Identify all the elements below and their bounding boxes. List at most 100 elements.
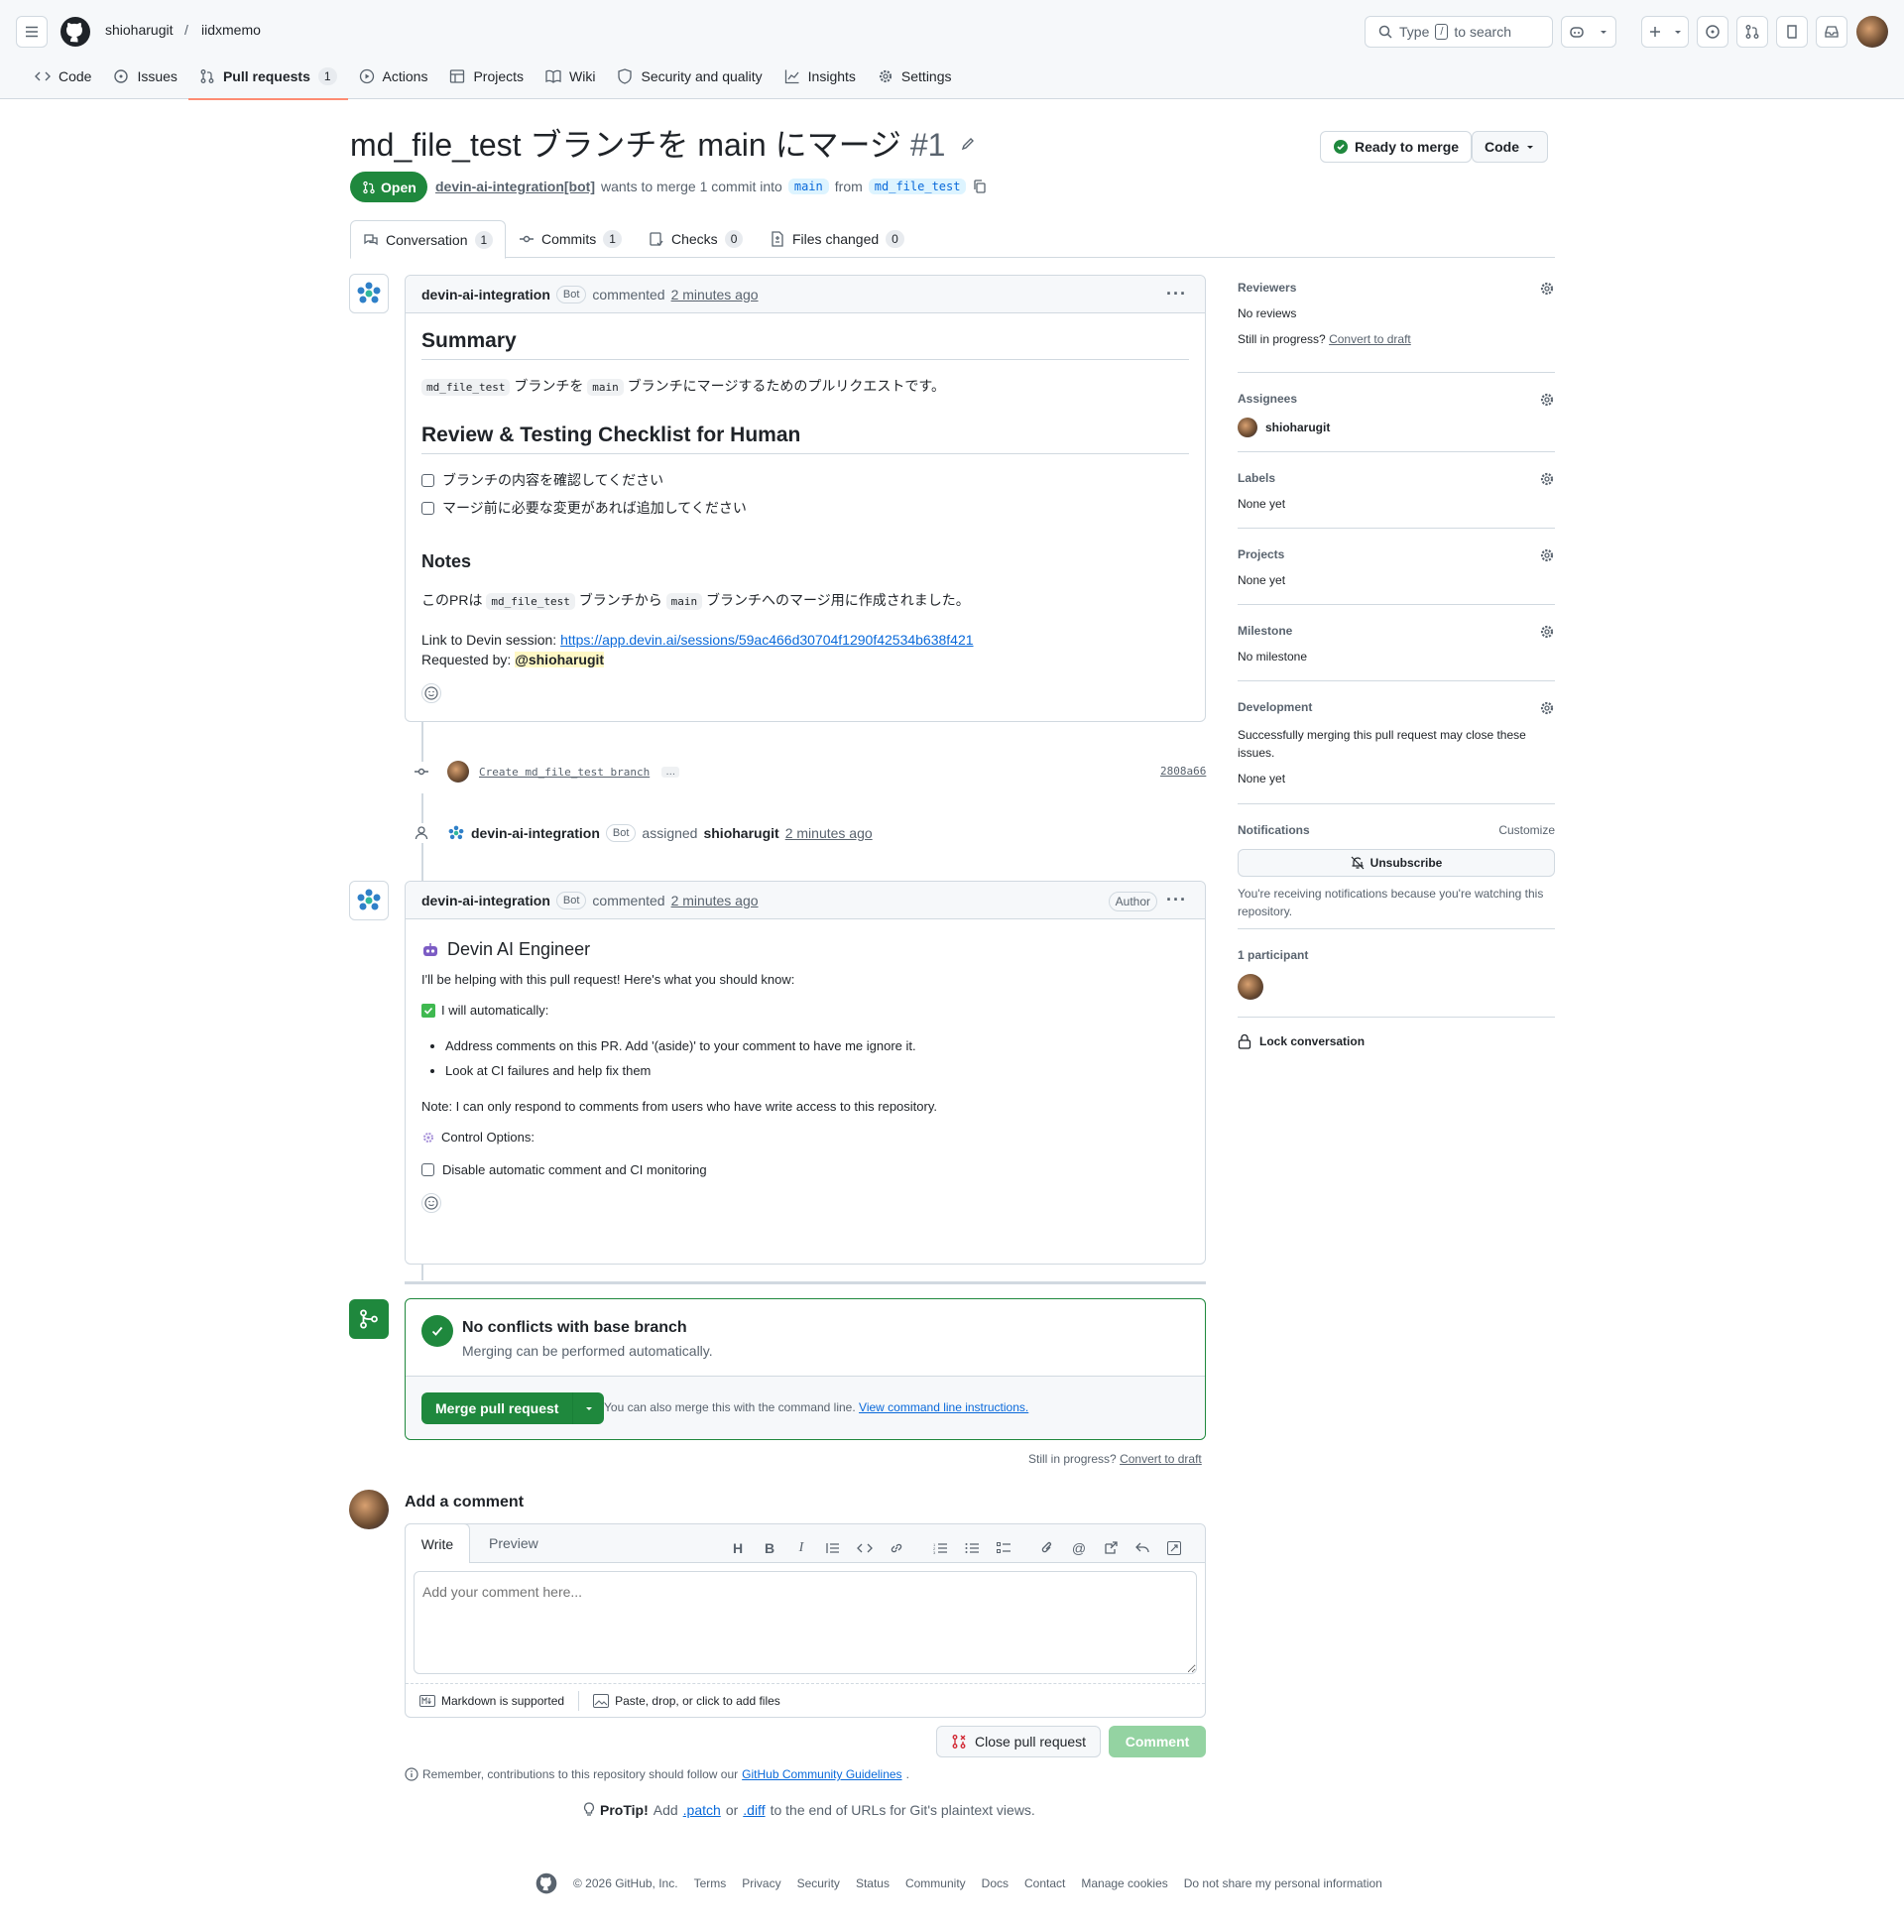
gear-icon[interactable]: [1539, 624, 1555, 640]
view-cli-link[interactable]: View command line instructions.: [859, 1400, 1028, 1414]
paperclip-icon[interactable]: [1031, 1536, 1063, 1560]
devin-logo-icon[interactable]: [447, 824, 465, 842]
pr-author-link[interactable]: devin-ai-integration[bot]: [435, 179, 595, 194]
mention-icon[interactable]: @: [1063, 1536, 1095, 1560]
comment-author[interactable]: devin-ai-integration: [421, 287, 550, 302]
markdown-hint[interactable]: Markdown is supported: [406, 1690, 580, 1711]
comment-submit-button[interactable]: Comment: [1109, 1726, 1206, 1757]
ordered-list-icon[interactable]: 123: [924, 1536, 956, 1560]
create-new-button[interactable]: [1641, 16, 1689, 48]
footer-link-terms[interactable]: Terms: [694, 1876, 727, 1890]
footer-link-docs[interactable]: Docs: [982, 1876, 1009, 1890]
pull-requests-button[interactable]: [1736, 16, 1768, 48]
tasklist-icon[interactable]: [988, 1536, 1019, 1560]
user-avatar[interactable]: [1856, 16, 1888, 48]
copilot-button[interactable]: [1561, 16, 1616, 48]
diff-link[interactable]: .diff: [743, 1802, 765, 1818]
repo-owner-link[interactable]: shioharugit: [105, 22, 174, 38]
inbox-button[interactable]: [1816, 16, 1847, 48]
search-input[interactable]: Type / to search: [1365, 16, 1553, 48]
user-mention[interactable]: @shioharugit: [515, 652, 605, 667]
participant-avatar[interactable]: [1238, 974, 1263, 1000]
task-checkbox[interactable]: [421, 474, 434, 487]
attach-files-hint[interactable]: Paste, drop, or click to add files: [579, 1693, 794, 1708]
current-user-avatar[interactable]: [349, 1490, 389, 1529]
footer-link-status[interactable]: Status: [856, 1876, 890, 1890]
devin-avatar[interactable]: [349, 881, 389, 920]
base-branch[interactable]: main: [787, 179, 829, 194]
menu-button[interactable]: [16, 16, 48, 48]
tab-commits[interactable]: Commits 1: [507, 220, 634, 258]
chevron-down-icon[interactable]: [572, 1392, 604, 1424]
commit-sha-link[interactable]: 2808a66: [1160, 765, 1206, 778]
footer-link-contact[interactable]: Contact: [1024, 1876, 1065, 1890]
reviewers-title[interactable]: Reviewers: [1238, 281, 1555, 295]
labels-title[interactable]: Labels: [1238, 471, 1555, 485]
head-branch[interactable]: md_file_test: [868, 179, 967, 194]
commit-author-avatar[interactable]: [447, 761, 469, 783]
footer-link-manage-cookies[interactable]: Manage cookies: [1081, 1876, 1167, 1890]
preview-tab[interactable]: Preview: [489, 1535, 538, 1551]
link-icon[interactable]: [881, 1536, 912, 1560]
nav-tab-projects[interactable]: Projects: [438, 63, 535, 89]
nav-tab-settings[interactable]: Settings: [867, 63, 963, 89]
comment-time-link[interactable]: 2 minutes ago: [671, 893, 759, 908]
devin-session-link[interactable]: https://app.devin.ai/sessions/59ac466d30…: [560, 632, 973, 648]
add-reaction-button[interactable]: [421, 1193, 441, 1213]
gear-icon[interactable]: [1539, 700, 1555, 716]
unordered-list-icon[interactable]: [956, 1536, 988, 1560]
assigned-user[interactable]: shioharugit: [703, 825, 778, 841]
repo-name-link[interactable]: iidxmemo: [201, 22, 261, 38]
close-pull-request-button[interactable]: Close pull request: [936, 1726, 1102, 1757]
code-icon[interactable]: [849, 1536, 881, 1560]
quote-icon[interactable]: [817, 1536, 849, 1560]
tab-files-changed[interactable]: Files changed 0: [758, 220, 916, 258]
footer-link-do-not-share-my-personal-information[interactable]: Do not share my personal information: [1184, 1876, 1382, 1890]
projects-title[interactable]: Projects: [1238, 547, 1555, 561]
nav-tab-issues[interactable]: Issues: [102, 63, 187, 89]
commit-expand-button[interactable]: …: [661, 766, 680, 778]
copy-icon[interactable]: [972, 179, 988, 194]
ready-to-merge-button[interactable]: Ready to merge: [1320, 131, 1473, 163]
pencil-icon[interactable]: [960, 136, 976, 152]
reply-icon[interactable]: [1127, 1536, 1158, 1560]
event-time-link[interactable]: 2 minutes ago: [785, 825, 873, 841]
kebab-horizontal-icon[interactable]: ···: [1166, 284, 1187, 304]
task-checkbox[interactable]: [421, 502, 434, 515]
italic-icon[interactable]: I: [785, 1536, 817, 1560]
github-logo-icon[interactable]: [60, 16, 91, 48]
comment-time-link[interactable]: 2 minutes ago: [671, 287, 759, 302]
tab-checks[interactable]: Checks 0: [637, 220, 755, 258]
nav-tab-insights[interactable]: Insights: [774, 63, 867, 89]
nav-tab-pull-requests[interactable]: Pull requests 1: [187, 63, 348, 100]
lock-conversation-button[interactable]: Lock conversation: [1238, 1033, 1555, 1049]
comment-author[interactable]: devin-ai-integration: [421, 893, 550, 908]
kebab-horizontal-icon[interactable]: ···: [1166, 890, 1187, 910]
assignee-item[interactable]: shioharugit: [1238, 418, 1555, 437]
patch-link[interactable]: .patch: [683, 1802, 721, 1818]
heading-icon[interactable]: H: [722, 1536, 754, 1560]
write-tab[interactable]: Write: [405, 1523, 470, 1563]
customize-link[interactable]: Customize: [1498, 823, 1555, 837]
issues-button[interactable]: [1697, 16, 1728, 48]
commit-message-link[interactable]: Create md_file_test branch: [479, 766, 650, 779]
footer-link-security[interactable]: Security: [797, 1876, 840, 1890]
devin-avatar[interactable]: [349, 274, 389, 313]
cross-reference-icon[interactable]: [1095, 1536, 1127, 1560]
add-reaction-button[interactable]: [421, 683, 441, 703]
event-actor[interactable]: devin-ai-integration: [471, 825, 600, 841]
merge-pull-request-button[interactable]: Merge pull request: [421, 1392, 605, 1424]
gear-icon[interactable]: [1539, 547, 1555, 563]
gear-icon[interactable]: [1539, 281, 1555, 297]
repositories-button[interactable]: [1776, 16, 1808, 48]
task-checkbox[interactable]: [421, 1163, 434, 1176]
milestone-title[interactable]: Milestone: [1238, 624, 1555, 638]
sidebar-convert-to-draft-link[interactable]: Convert to draft: [1329, 332, 1411, 346]
convert-to-draft-link[interactable]: Convert to draft: [1120, 1452, 1202, 1466]
bold-icon[interactable]: B: [754, 1536, 785, 1560]
development-title[interactable]: Development: [1238, 700, 1555, 714]
code-button[interactable]: Code: [1472, 131, 1548, 163]
gear-icon[interactable]: [1539, 392, 1555, 408]
nav-tab-wiki[interactable]: Wiki: [535, 63, 606, 89]
tab-conversation[interactable]: Conversation 1: [350, 220, 507, 259]
